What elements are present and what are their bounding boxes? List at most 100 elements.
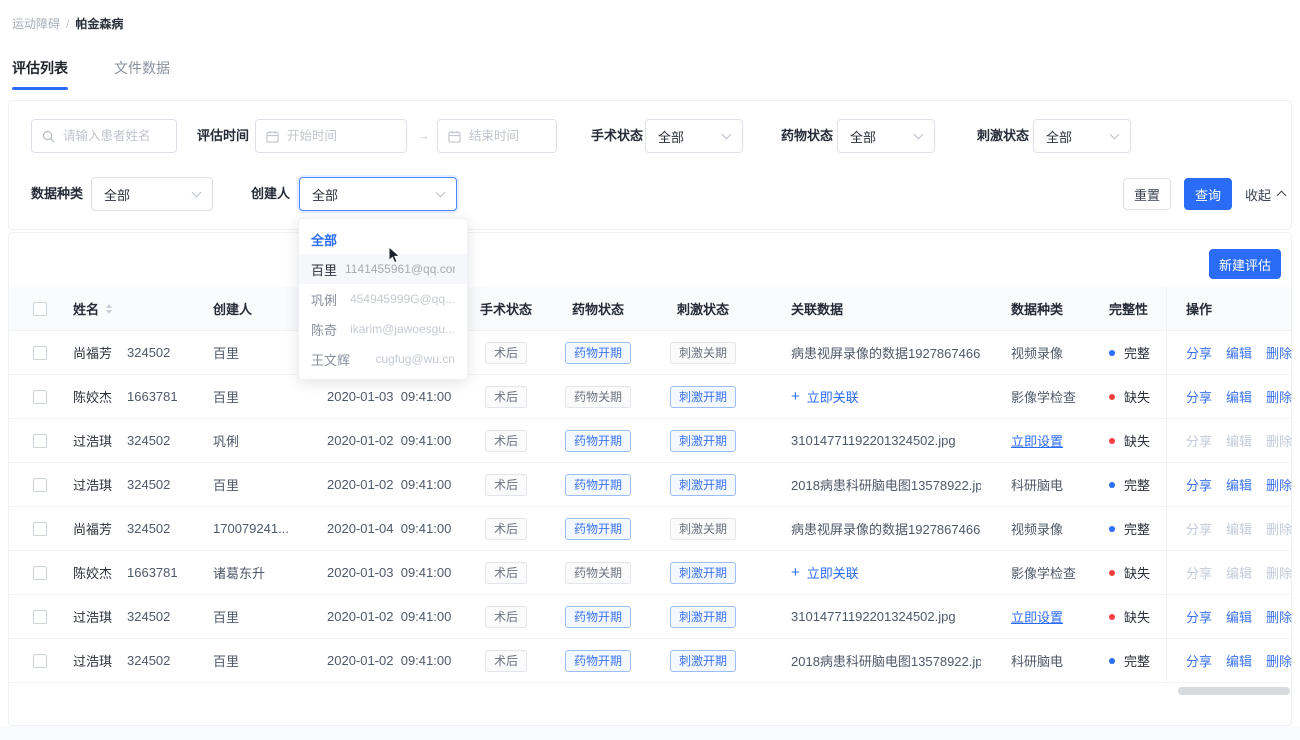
- cell-patient-id: 324502: [123, 595, 203, 638]
- cell-surgery-status: 术后: [463, 419, 549, 462]
- set-now-link[interactable]: 立即设置: [1011, 607, 1063, 626]
- share-action[interactable]: 分享: [1186, 387, 1212, 406]
- cell-patient-id: 324502: [123, 331, 203, 374]
- tab-file-data[interactable]: 文件数据: [114, 58, 170, 90]
- column-header-drug-status: 药物状态: [549, 287, 647, 330]
- share-action[interactable]: 分享: [1186, 343, 1212, 362]
- surgery-status-value: 全部: [658, 127, 684, 146]
- collapse-button[interactable]: 收起: [1245, 178, 1285, 210]
- drug-status-select[interactable]: 全部: [837, 119, 935, 153]
- cell-integrity: 完整: [1085, 639, 1166, 682]
- cell-surgery-status: 术后: [463, 375, 549, 418]
- end-date-picker[interactable]: [437, 119, 557, 153]
- linked-file-name: 31014771192201324502.jpg: [791, 609, 956, 624]
- row-checkbox[interactable]: [33, 478, 47, 492]
- delete-action[interactable]: 删除: [1266, 343, 1292, 362]
- drug-status-tag: 药物关期: [565, 562, 631, 584]
- column-header-operations: 操作: [1166, 287, 1293, 330]
- reset-button[interactable]: 重置: [1123, 178, 1171, 210]
- stim-status-tag: 刺激开期: [670, 650, 736, 672]
- tab-eval-list[interactable]: 评估列表: [12, 58, 68, 90]
- cell-eval-time: 2020-01-03 09:41:00: [315, 551, 463, 594]
- cell-eval-time: 2020-01-03 09:41:00: [315, 375, 463, 418]
- patient-name-search[interactable]: [31, 119, 177, 153]
- edit-action[interactable]: 编辑: [1226, 607, 1252, 626]
- start-date-picker[interactable]: [255, 119, 407, 153]
- row-checkbox-cell: [9, 463, 57, 506]
- query-button[interactable]: 查询: [1184, 178, 1232, 210]
- chevron-down-icon: [914, 129, 924, 139]
- stim-status-select[interactable]: 全部: [1033, 119, 1131, 153]
- row-checkbox[interactable]: [33, 522, 47, 536]
- row-checkbox[interactable]: [33, 654, 47, 668]
- edit-action[interactable]: 编辑: [1226, 651, 1252, 670]
- column-header-surgery-status: 手术状态: [463, 287, 549, 330]
- cell-drug-status: 药物开期: [549, 595, 647, 638]
- cell-name: 过浩琪: [57, 463, 123, 506]
- row-checkbox[interactable]: [33, 610, 47, 624]
- cell-data-type: 科研脑电: [981, 463, 1085, 506]
- delete-action[interactable]: 删除: [1266, 387, 1292, 406]
- table-row: 陈姣杰1663781百里2020-01-03 09:41:00术后药物关期刺激开…: [9, 375, 1291, 419]
- tab-bar: 评估列表 文件数据: [12, 58, 170, 90]
- stim-status-value: 全部: [1046, 127, 1072, 146]
- drug-status-tag: 药物开期: [565, 650, 631, 672]
- integrity-dot: [1109, 658, 1115, 664]
- sort-icon[interactable]: [106, 304, 112, 314]
- delete-action[interactable]: 删除: [1266, 651, 1292, 670]
- new-evaluation-button[interactable]: 新建评估: [1209, 249, 1281, 279]
- creator-option[interactable]: 全部: [299, 224, 467, 254]
- row-checkbox[interactable]: [33, 434, 47, 448]
- cell-surgery-status: 术后: [463, 551, 549, 594]
- cell-stim-status: 刺激开期: [647, 463, 759, 506]
- cell-creator: 诸葛东升: [203, 551, 315, 594]
- row-checkbox[interactable]: [33, 566, 47, 580]
- delete-action[interactable]: 删除: [1266, 475, 1292, 494]
- start-date-input[interactable]: [287, 129, 406, 143]
- search-input[interactable]: [63, 129, 176, 143]
- breadcrumb: 运动障碍/帕金森病: [12, 15, 123, 32]
- creator-option-email: 1141455961@qq.com: [345, 262, 455, 276]
- creator-option[interactable]: 百里1141455961@qq.com: [299, 254, 467, 284]
- associate-now-button[interactable]: +立即关联: [791, 387, 859, 406]
- cell-operations: 分享编辑删除: [1166, 331, 1293, 374]
- edit-action[interactable]: 编辑: [1226, 475, 1252, 494]
- cell-integrity: 缺失: [1085, 595, 1166, 638]
- linked-file-name: 31014771192201324502.jpg: [791, 433, 956, 448]
- cell-patient-id: 1663781: [123, 551, 203, 594]
- delete-action[interactable]: 删除: [1266, 607, 1292, 626]
- creator-option[interactable]: 陈奇ikarim@jawoesgu...: [299, 314, 467, 344]
- creator-option[interactable]: 巩俐454945999G@qq...: [299, 284, 467, 314]
- cell-data-type: 影像学检查: [981, 375, 1085, 418]
- share-action[interactable]: 分享: [1186, 651, 1212, 670]
- collapse-label: 收起: [1245, 185, 1271, 204]
- column-header-label: 完整性: [1109, 299, 1148, 318]
- data-type-select[interactable]: 全部: [91, 177, 213, 211]
- chevron-up-icon: [1277, 191, 1287, 201]
- edit-action[interactable]: 编辑: [1226, 343, 1252, 362]
- cell-patient-id: 324502: [123, 463, 203, 506]
- associate-now-button[interactable]: +立即关联: [791, 563, 859, 582]
- breadcrumb-parent[interactable]: 运动障碍: [12, 17, 60, 31]
- horizontal-scrollbar-thumb[interactable]: [1178, 687, 1290, 695]
- linked-file-name: 2018病患科研脑电图13578922.jpg: [791, 651, 981, 670]
- edit-action[interactable]: 编辑: [1226, 387, 1252, 406]
- share-action: 分享: [1186, 431, 1212, 450]
- end-date-input[interactable]: [469, 129, 556, 143]
- cell-linked-data: 31014771192201324502.jpg: [759, 595, 981, 638]
- share-action[interactable]: 分享: [1186, 607, 1212, 626]
- surgery-status-select[interactable]: 全部: [645, 119, 743, 153]
- cell-name: 陈姣杰: [57, 551, 123, 594]
- share-action[interactable]: 分享: [1186, 475, 1212, 494]
- stim-status-tag: 刺激开期: [670, 386, 736, 408]
- row-checkbox[interactable]: [33, 390, 47, 404]
- select-all-checkbox[interactable]: [33, 302, 47, 316]
- creator-select[interactable]: 全部: [299, 177, 457, 211]
- cell-integrity: 完整: [1085, 331, 1166, 374]
- associate-now-label: 立即关联: [807, 387, 859, 406]
- row-checkbox[interactable]: [33, 346, 47, 360]
- breadcrumb-current: 帕金森病: [75, 17, 123, 31]
- creator-option[interactable]: 王文辉cugfug@wu.cn: [299, 344, 467, 374]
- set-now-link[interactable]: 立即设置: [1011, 431, 1063, 450]
- cell-stim-status: 刺激关期: [647, 331, 759, 374]
